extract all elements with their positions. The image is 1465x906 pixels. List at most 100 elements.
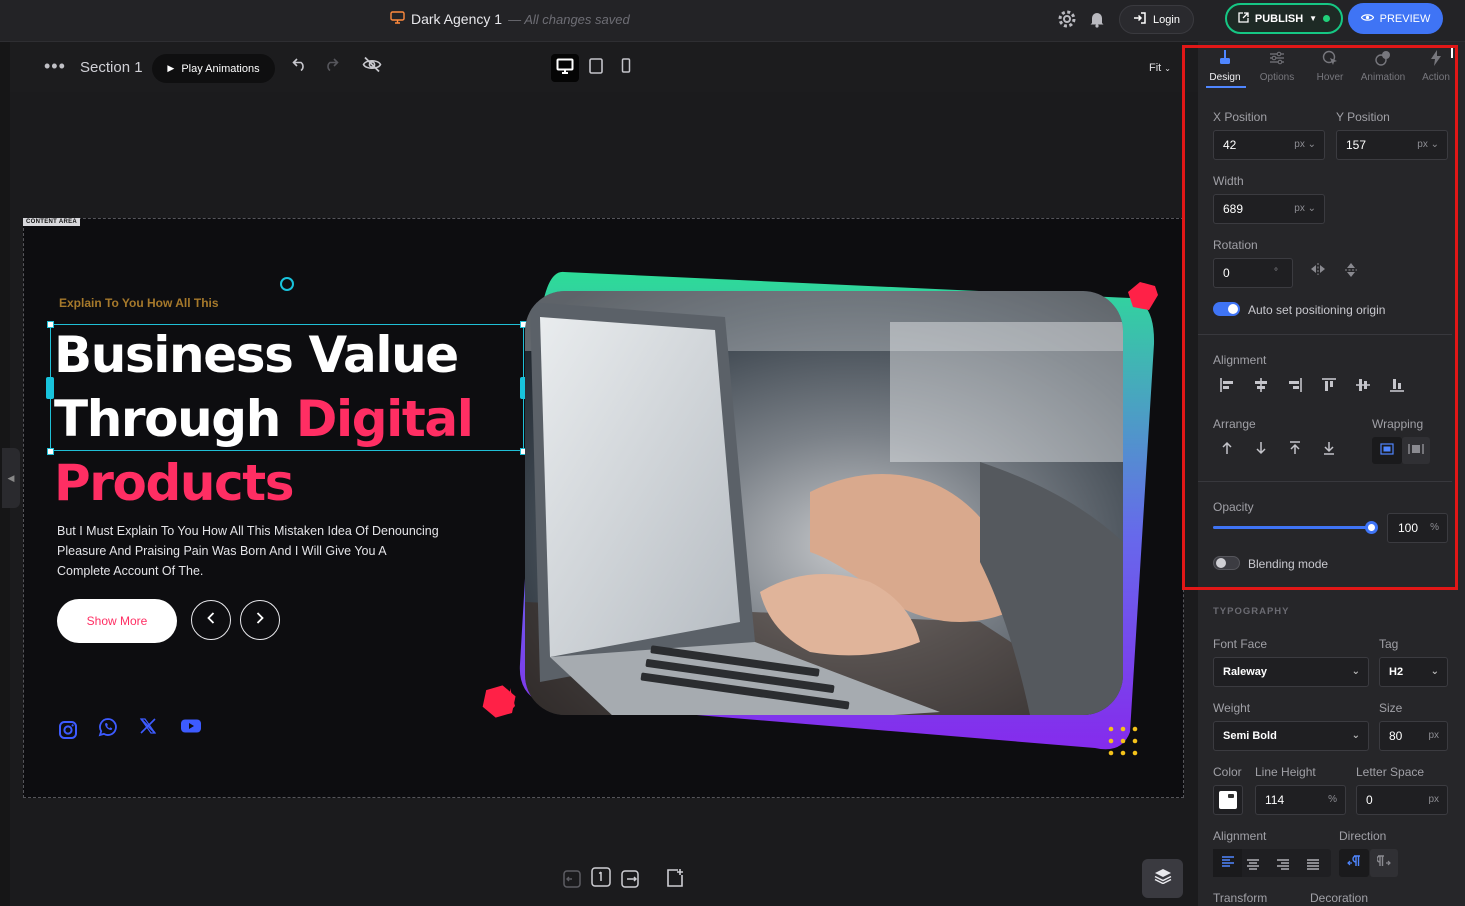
login-button[interactable]: Login bbox=[1119, 5, 1194, 34]
eye-off-icon[interactable] bbox=[362, 56, 382, 78]
body-line: Complete Account Of The. bbox=[57, 564, 204, 578]
whatsapp-icon[interactable] bbox=[98, 717, 118, 742]
send-to-back-icon[interactable] bbox=[1319, 441, 1339, 461]
tab-hover[interactable]: Hover bbox=[1303, 50, 1357, 83]
rotate-handle[interactable] bbox=[280, 277, 294, 291]
body-line: But I Must Explain To You How All This M… bbox=[57, 524, 439, 538]
width-input[interactable]: 689 px ⌄ bbox=[1213, 194, 1325, 224]
font-face-label: Font Face bbox=[1213, 637, 1268, 651]
direction-rtl-button[interactable] bbox=[1370, 849, 1398, 877]
body-text[interactable]: But I Must Explain To You How All This M… bbox=[57, 521, 457, 581]
resize-handle-bottom-left[interactable] bbox=[47, 448, 54, 455]
tab-design[interactable]: Design bbox=[1198, 50, 1252, 83]
y-position-label: Y Position bbox=[1336, 110, 1390, 124]
rotation-input[interactable]: 0 ° bbox=[1213, 258, 1293, 288]
align-bottom-icon[interactable] bbox=[1387, 377, 1407, 397]
layers-button[interactable] bbox=[1142, 859, 1183, 898]
hero-image[interactable] bbox=[482, 262, 1160, 762]
color-swatch[interactable] bbox=[1213, 785, 1243, 815]
desktop-view-button[interactable] bbox=[551, 54, 579, 82]
eyebrow-text[interactable]: Explain To You How All This bbox=[59, 296, 219, 310]
letter-space-unit: px bbox=[1428, 794, 1439, 805]
top-bar: Dark Agency 1 — All changes saved Login … bbox=[0, 0, 1465, 42]
redo-icon[interactable] bbox=[323, 57, 339, 76]
opacity-input[interactable]: 100 % bbox=[1387, 513, 1448, 543]
animation-icon bbox=[1356, 50, 1410, 72]
x-twitter-icon[interactable] bbox=[139, 717, 157, 740]
preview-label: PREVIEW bbox=[1379, 12, 1431, 25]
auto-origin-toggle[interactable] bbox=[1213, 302, 1240, 316]
decoration-label: Decoration bbox=[1310, 891, 1369, 905]
tag-select[interactable]: H2 ⌄ bbox=[1379, 657, 1448, 687]
tab-action[interactable]: Action bbox=[1409, 50, 1463, 83]
youtube-icon[interactable] bbox=[180, 717, 202, 740]
document-title[interactable]: Dark Agency 1 — All changes saved bbox=[390, 11, 630, 27]
collapse-left-icon[interactable] bbox=[563, 870, 581, 893]
align-center-vertical-icon[interactable] bbox=[1353, 377, 1373, 397]
page-number-icon[interactable] bbox=[591, 867, 611, 892]
tab-options[interactable]: Options bbox=[1250, 50, 1304, 83]
align-right-icon[interactable] bbox=[1285, 377, 1305, 397]
zoom-fit-select[interactable]: Fit ⌄ bbox=[1149, 62, 1171, 74]
text-align-justify-icon[interactable] bbox=[1306, 857, 1320, 875]
bring-to-front-icon[interactable] bbox=[1285, 441, 1305, 461]
publish-button[interactable]: PUBLISH ▼ bbox=[1225, 3, 1343, 34]
send-backward-icon[interactable] bbox=[1251, 441, 1271, 461]
tablet-view-button[interactable] bbox=[582, 54, 610, 82]
more-options-icon[interactable]: ••• bbox=[44, 56, 66, 77]
text-align-left-button[interactable] bbox=[1213, 849, 1242, 877]
x-position-input[interactable]: 42 px ⌄ bbox=[1213, 130, 1325, 160]
line-height-input[interactable]: 114 % bbox=[1255, 785, 1346, 815]
rtl-icon bbox=[1376, 854, 1391, 872]
selection-box bbox=[50, 324, 524, 451]
letter-space-label: Letter Space bbox=[1356, 765, 1425, 779]
preview-button[interactable]: PREVIEW bbox=[1348, 3, 1443, 34]
wrap-inline-button[interactable] bbox=[1372, 437, 1402, 464]
flip-vertical-icon[interactable] bbox=[1341, 262, 1361, 282]
next-button[interactable] bbox=[240, 600, 280, 640]
text-align-center-icon[interactable] bbox=[1246, 857, 1260, 875]
letter-space-input[interactable]: 0 px bbox=[1356, 785, 1448, 815]
opacity-slider-track[interactable] bbox=[1213, 521, 1378, 534]
login-label: Login bbox=[1153, 13, 1180, 26]
tab-animation[interactable]: Animation bbox=[1356, 50, 1410, 83]
wrap-inline-icon bbox=[1380, 442, 1394, 460]
align-top-icon[interactable] bbox=[1319, 377, 1339, 397]
play-animations-button[interactable]: ▶ Play Animations bbox=[152, 54, 275, 83]
blending-mode-toggle[interactable] bbox=[1213, 556, 1240, 570]
publish-label: PUBLISH bbox=[1254, 12, 1304, 25]
instagram-icon[interactable] bbox=[58, 720, 78, 745]
resize-handle-left[interactable] bbox=[46, 377, 54, 399]
opacity-slider-handle[interactable] bbox=[1365, 521, 1378, 534]
align-left-icon[interactable] bbox=[1217, 377, 1237, 397]
brush-icon bbox=[1198, 50, 1252, 72]
section-label[interactable]: Section 1 bbox=[80, 59, 143, 76]
text-align-right-icon[interactable] bbox=[1276, 857, 1290, 875]
show-more-button[interactable]: Show More bbox=[57, 599, 177, 643]
add-page-icon[interactable] bbox=[665, 868, 685, 893]
bell-icon[interactable] bbox=[1086, 10, 1108, 32]
mobile-view-button[interactable] bbox=[612, 54, 640, 82]
align-center-horizontal-icon[interactable] bbox=[1251, 377, 1271, 397]
resize-handle-top-left[interactable] bbox=[47, 321, 54, 328]
collapse-left-handle[interactable]: ◀ bbox=[2, 448, 20, 508]
scrollbar-indicator[interactable] bbox=[1451, 48, 1453, 58]
content-area-label: CONTENT AREA bbox=[23, 218, 81, 226]
wrap-around-button[interactable] bbox=[1402, 437, 1430, 464]
x-position-value: 42 bbox=[1223, 138, 1237, 152]
flip-horizontal-icon[interactable] bbox=[1308, 262, 1328, 282]
prev-button[interactable] bbox=[191, 600, 231, 640]
font-size-input[interactable]: 80 px bbox=[1379, 721, 1448, 751]
undo-icon[interactable] bbox=[292, 57, 308, 76]
expand-right-icon[interactable] bbox=[621, 870, 641, 893]
y-position-input[interactable]: 157 px ⌄ bbox=[1336, 130, 1448, 160]
tablet-icon bbox=[589, 57, 603, 79]
font-face-select[interactable]: Raleway ⌄ bbox=[1213, 657, 1369, 687]
wrapping-label: Wrapping bbox=[1372, 417, 1424, 431]
chevron-down-icon: ⌄ bbox=[1351, 730, 1360, 741]
direction-ltr-button[interactable] bbox=[1339, 849, 1369, 877]
bring-forward-icon[interactable] bbox=[1217, 441, 1237, 461]
gear-icon[interactable] bbox=[1056, 10, 1078, 32]
chevron-down-icon: ▼ bbox=[1309, 14, 1318, 23]
weight-select[interactable]: Semi Bold ⌄ bbox=[1213, 721, 1369, 751]
